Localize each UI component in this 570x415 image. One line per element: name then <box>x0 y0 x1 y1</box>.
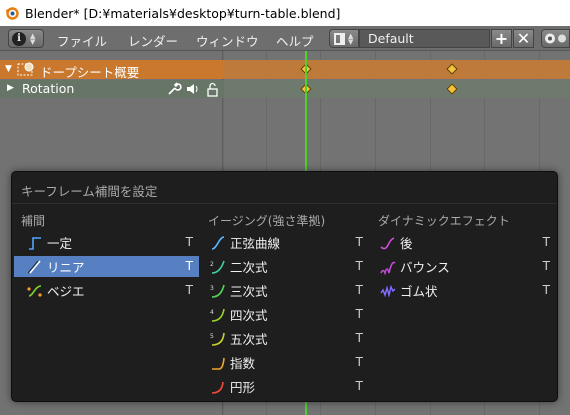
shortcut-hint: T <box>355 259 363 273</box>
cubic-icon: 3 <box>210 283 226 299</box>
menu-item-label: リニア <box>47 260 85 275</box>
column-heading-easing: イージング(強さ準拠) <box>208 214 326 228</box>
quart-icon: 4 <box>210 307 226 323</box>
menu-item-label: 四次式 <box>230 308 268 323</box>
menu-item-label: 一定 <box>47 236 73 251</box>
info-header: i ▲ ▼ ファイル レンダー ウィンドウ ヘルプ ▲ ▼ Default + ✕ <box>0 26 570 51</box>
shortcut-hint: T <box>185 259 193 273</box>
info-icon: i <box>12 31 26 46</box>
shortcut-hint: T <box>355 355 363 369</box>
lock-icon[interactable] <box>204 82 220 100</box>
menu-item-quintic[interactable]: 5 五次式 T <box>199 328 369 349</box>
shortcut-hint: T <box>355 331 363 345</box>
scene-icon <box>545 33 566 44</box>
menu-item-label: 後 <box>400 236 413 251</box>
column-heading-interpolation: 補間 <box>21 214 46 228</box>
menu-title: キーフレーム補間を設定 <box>21 184 158 199</box>
menu-item-label: 指数 <box>230 356 256 371</box>
shortcut-hint: T <box>355 307 363 321</box>
svg-text:2: 2 <box>210 261 214 268</box>
summary-channel-row[interactable]: ▼ ドープシート概要 <box>0 60 570 81</box>
summary-timeline-strip <box>224 60 570 79</box>
menu-item-constant[interactable]: 一定 T <box>14 232 199 253</box>
menu-item-label: バウンス <box>400 260 450 275</box>
dopesheet-icon <box>17 61 37 81</box>
shortcut-hint: T <box>542 283 550 297</box>
menu-item-label: 円形 <box>230 380 256 395</box>
speaker-icon[interactable] <box>185 81 201 100</box>
back-icon <box>380 235 396 251</box>
sine-icon <box>210 235 226 251</box>
menu-item-exponential[interactable]: 指数 T <box>199 352 369 373</box>
up-down-arrows-icon: ▲ ▼ <box>348 31 354 46</box>
add-layout-button[interactable]: + <box>491 29 512 48</box>
shortcut-hint: T <box>185 235 193 249</box>
rotation-timeline-strip <box>224 80 570 98</box>
screen-layout-name[interactable]: Default <box>359 29 490 48</box>
menu-item-sine[interactable]: 正弦曲線 T <box>199 232 369 253</box>
quint-icon: 5 <box>210 331 226 347</box>
summary-label: ドープシート概要 <box>40 65 140 80</box>
bounce-icon <box>380 259 396 276</box>
menu-separator <box>12 203 557 204</box>
x-icon: ✕ <box>516 29 531 48</box>
elastic-icon <box>380 283 396 299</box>
menu-item-label: ベジエ <box>47 284 85 299</box>
expo-icon <box>210 355 226 371</box>
menu-help[interactable]: ヘルプ <box>276 31 314 50</box>
linear-icon <box>27 259 43 275</box>
title-bar: Blender* [D:¥materials¥desktop¥turn-tabl… <box>0 0 570 26</box>
editor-type-button[interactable]: i ▲ ▼ <box>8 29 44 48</box>
menu-item-label: 正弦曲線 <box>230 236 281 251</box>
interpolation-menu: キーフレーム補間を設定 補間 一定 T リニア T ベジエ T イージング(強さ… <box>11 171 558 402</box>
wrench-icon[interactable] <box>166 81 182 100</box>
column-heading-dynamic-effects: ダイナミックエフェクト <box>378 214 510 228</box>
expand-arrow-icon[interactable]: ▶ <box>7 83 14 93</box>
svg-text:4: 4 <box>210 309 214 316</box>
window-title: Blender* [D:¥materials¥desktop¥turn-tabl… <box>25 5 341 21</box>
menu-item-cubic[interactable]: 3 三次式 T <box>199 280 369 301</box>
screen-layout-button[interactable]: ▲ ▼ <box>329 29 359 48</box>
shortcut-hint: T <box>542 235 550 249</box>
menu-item-quadratic[interactable]: 2 二次式 T <box>199 256 369 277</box>
menu-item-bezier[interactable]: ベジエ T <box>14 280 199 301</box>
delete-layout-button[interactable]: ✕ <box>513 29 534 48</box>
menu-item-label: ゴム状 <box>400 284 438 299</box>
up-down-arrows-icon: ▲ ▼ <box>30 31 36 46</box>
screen-layout-icon <box>334 32 345 45</box>
menu-item-back[interactable]: 後 T <box>369 232 556 253</box>
shortcut-hint: T <box>355 283 363 297</box>
menu-render[interactable]: レンダー <box>128 31 178 50</box>
constant-icon <box>27 235 43 251</box>
menu-item-label: 二次式 <box>230 260 268 275</box>
menu-item-elastic[interactable]: ゴム状 T <box>369 280 556 301</box>
menu-item-label: 三次式 <box>230 284 268 299</box>
blender-logo-icon <box>5 6 19 20</box>
shortcut-hint: T <box>542 259 550 273</box>
collapse-arrow-icon[interactable]: ▼ <box>5 64 12 74</box>
quad-icon: 2 <box>210 259 226 275</box>
shortcut-hint: T <box>355 235 363 249</box>
rotation-channel-row[interactable]: ▶ Rotation <box>0 80 570 98</box>
rotation-label: Rotation <box>22 81 75 96</box>
shortcut-hint: T <box>355 379 363 393</box>
menu-file[interactable]: ファイル <box>57 31 107 50</box>
plus-icon: + <box>494 29 509 48</box>
svg-text:3: 3 <box>210 285 214 292</box>
menu-item-linear[interactable]: リニア T <box>14 256 199 277</box>
svg-text:5: 5 <box>210 333 214 340</box>
scene-button[interactable] <box>541 29 570 48</box>
menu-item-quartic[interactable]: 4 四次式 T <box>199 304 369 325</box>
menu-item-circular[interactable]: 円形 T <box>199 376 369 397</box>
bezier-icon <box>27 283 43 299</box>
menu-item-label: 五次式 <box>230 332 268 347</box>
menu-item-bounce[interactable]: バウンス T <box>369 256 556 277</box>
menu-window[interactable]: ウィンドウ <box>196 31 259 50</box>
shortcut-hint: T <box>185 283 193 297</box>
circ-icon <box>210 379 226 395</box>
